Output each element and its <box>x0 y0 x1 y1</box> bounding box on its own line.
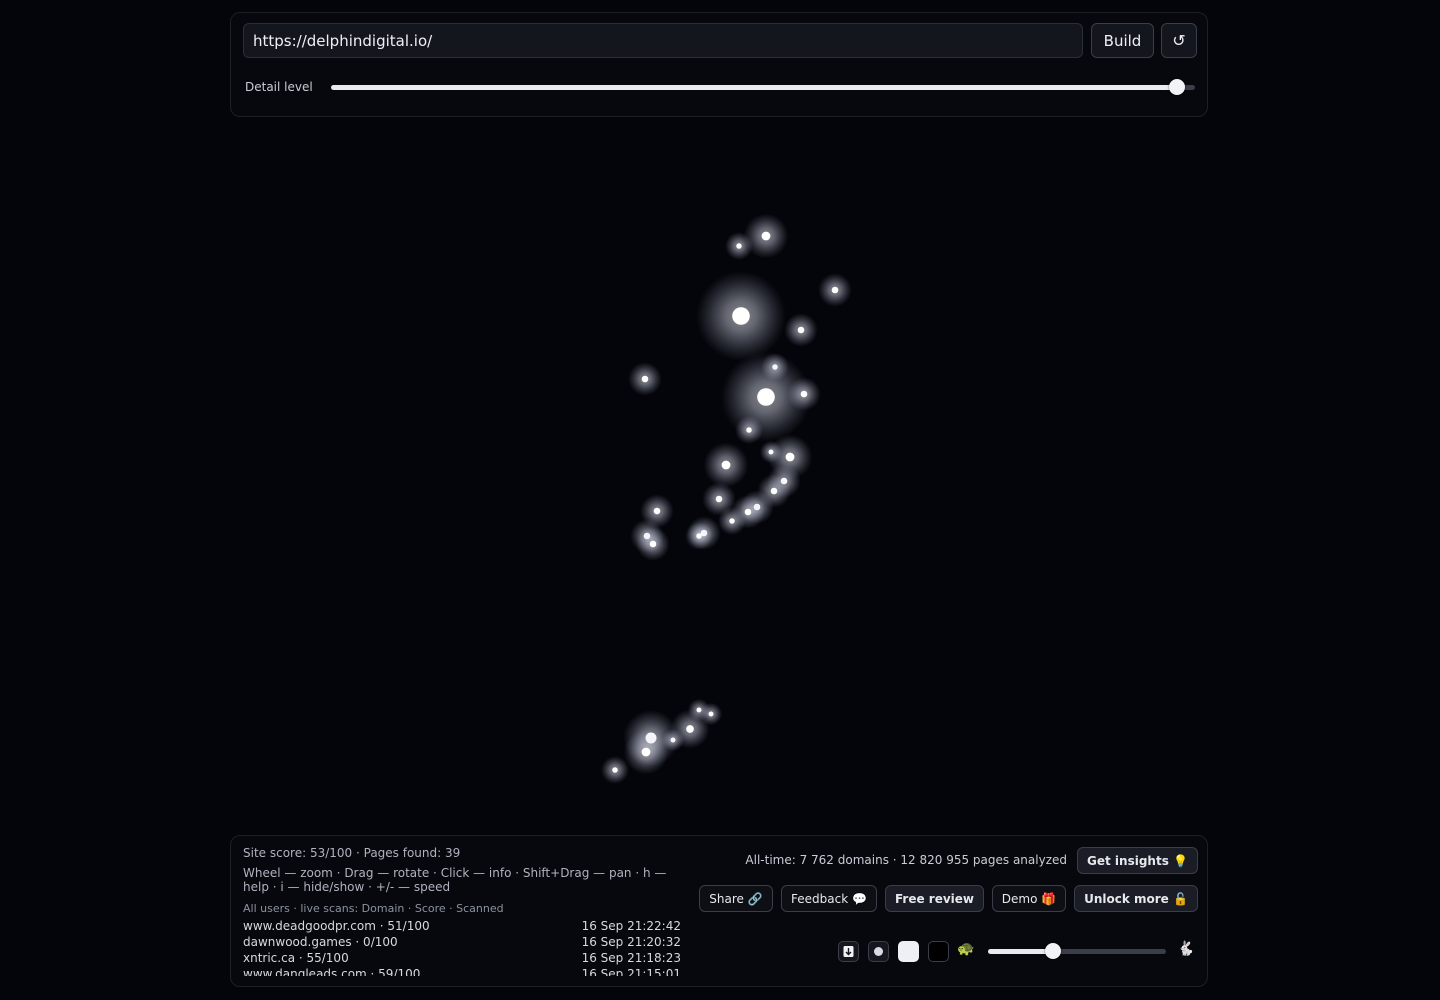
get-insights-button[interactable]: Get insights 💡 <box>1077 847 1198 874</box>
page-node[interactable] <box>649 540 657 548</box>
page-node-cloud[interactable] <box>601 213 852 784</box>
page-node[interactable] <box>653 507 661 515</box>
page-node[interactable] <box>641 747 651 757</box>
control-panel: Build ↺ Detail level <box>230 12 1208 117</box>
page-node[interactable] <box>757 388 775 406</box>
page-node[interactable] <box>785 452 795 462</box>
page-node[interactable] <box>736 243 742 249</box>
site-graph-canvas[interactable] <box>0 120 1440 832</box>
reset-button[interactable]: ↺ <box>1161 23 1197 58</box>
share-button[interactable]: Share 🔗 <box>699 885 773 912</box>
scan-domain: www.dangleads.com · 59/100 <box>243 967 421 976</box>
page-node[interactable] <box>641 375 649 383</box>
download-button[interactable] <box>838 941 859 962</box>
demo-button[interactable]: Demo 🎁 <box>992 885 1066 912</box>
scan-domain: xntric.ca · 55/100 <box>243 951 349 965</box>
detail-level-label: Detail level <box>245 80 313 94</box>
reset-icon: ↺ <box>1172 31 1186 50</box>
light-theme-button[interactable] <box>898 941 919 962</box>
turtle-icon: 🐢 <box>957 941 975 957</box>
build-button[interactable]: Build <box>1091 23 1154 58</box>
info-panel: Site score: 53/100 · Pages found: 39 Whe… <box>230 835 1208 987</box>
page-node[interactable] <box>744 508 752 516</box>
scan-domain: dawnwood.games · 0/100 <box>243 935 398 949</box>
download-icon <box>843 946 854 957</box>
page-node[interactable] <box>708 711 714 717</box>
page-node[interactable] <box>715 495 723 503</box>
point-style-button[interactable] <box>868 941 889 962</box>
unlock-more-button[interactable]: Unlock more 🔓 <box>1074 885 1198 912</box>
page-node[interactable] <box>761 231 771 241</box>
scan-time: 16 Sep 21:15:01 <box>581 967 681 976</box>
speed-slider-fill[interactable] <box>988 949 1053 954</box>
speed-slider-rest[interactable] <box>1053 949 1166 954</box>
live-scans-list: www.deadgoodpr.com · 51/100 16 Sep 21:22… <box>243 918 681 976</box>
free-review-button[interactable]: Free review <box>885 885 984 912</box>
list-item[interactable]: www.deadgoodpr.com · 51/100 16 Sep 21:22… <box>243 918 681 934</box>
scan-time: 16 Sep 21:22:42 <box>581 919 681 933</box>
scan-time: 16 Sep 21:20:32 <box>581 935 681 949</box>
page-node[interactable] <box>770 487 778 495</box>
url-input[interactable] <box>243 23 1083 58</box>
page-node[interactable] <box>612 767 618 773</box>
scan-time: 16 Sep 21:18:23 <box>581 951 681 965</box>
page-node[interactable] <box>686 725 694 733</box>
page-node[interactable] <box>729 518 735 524</box>
page-node[interactable] <box>797 326 805 334</box>
feedback-button[interactable]: Feedback 💬 <box>781 885 877 912</box>
page-node[interactable] <box>721 460 731 470</box>
list-item[interactable]: xntric.ca · 55/100 16 Sep 21:18:23 <box>243 950 681 966</box>
page-node[interactable] <box>696 533 702 539</box>
scan-domain: www.deadgoodpr.com · 51/100 <box>243 919 430 933</box>
live-scans-header: All users · live scans: Domain · Score ·… <box>243 902 504 915</box>
detail-level-slider-thumb[interactable] <box>1169 79 1185 95</box>
all-time-stats: All-time: 7 762 domains · 12 820 955 pag… <box>745 853 1067 867</box>
site-stats: Site score: 53/100 · Pages found: 39 <box>243 846 461 860</box>
detail-level-slider-fill[interactable] <box>331 85 1179 90</box>
page-node[interactable] <box>746 427 752 433</box>
dark-theme-button[interactable] <box>928 941 949 962</box>
rabbit-icon: 🐇 <box>1177 941 1195 957</box>
page-node[interactable] <box>732 307 750 325</box>
page-node[interactable] <box>800 390 808 398</box>
list-item[interactable]: www.dangleads.com · 59/100 16 Sep 21:15:… <box>243 966 681 976</box>
page-node[interactable] <box>831 286 839 294</box>
dot-icon <box>874 947 883 956</box>
speed-slider-thumb[interactable] <box>1045 943 1061 959</box>
help-text: Wheel — zoom · Drag — rotate · Click — i… <box>243 866 667 894</box>
list-item[interactable]: dawnwood.games · 0/100 16 Sep 21:20:32 <box>243 934 681 950</box>
